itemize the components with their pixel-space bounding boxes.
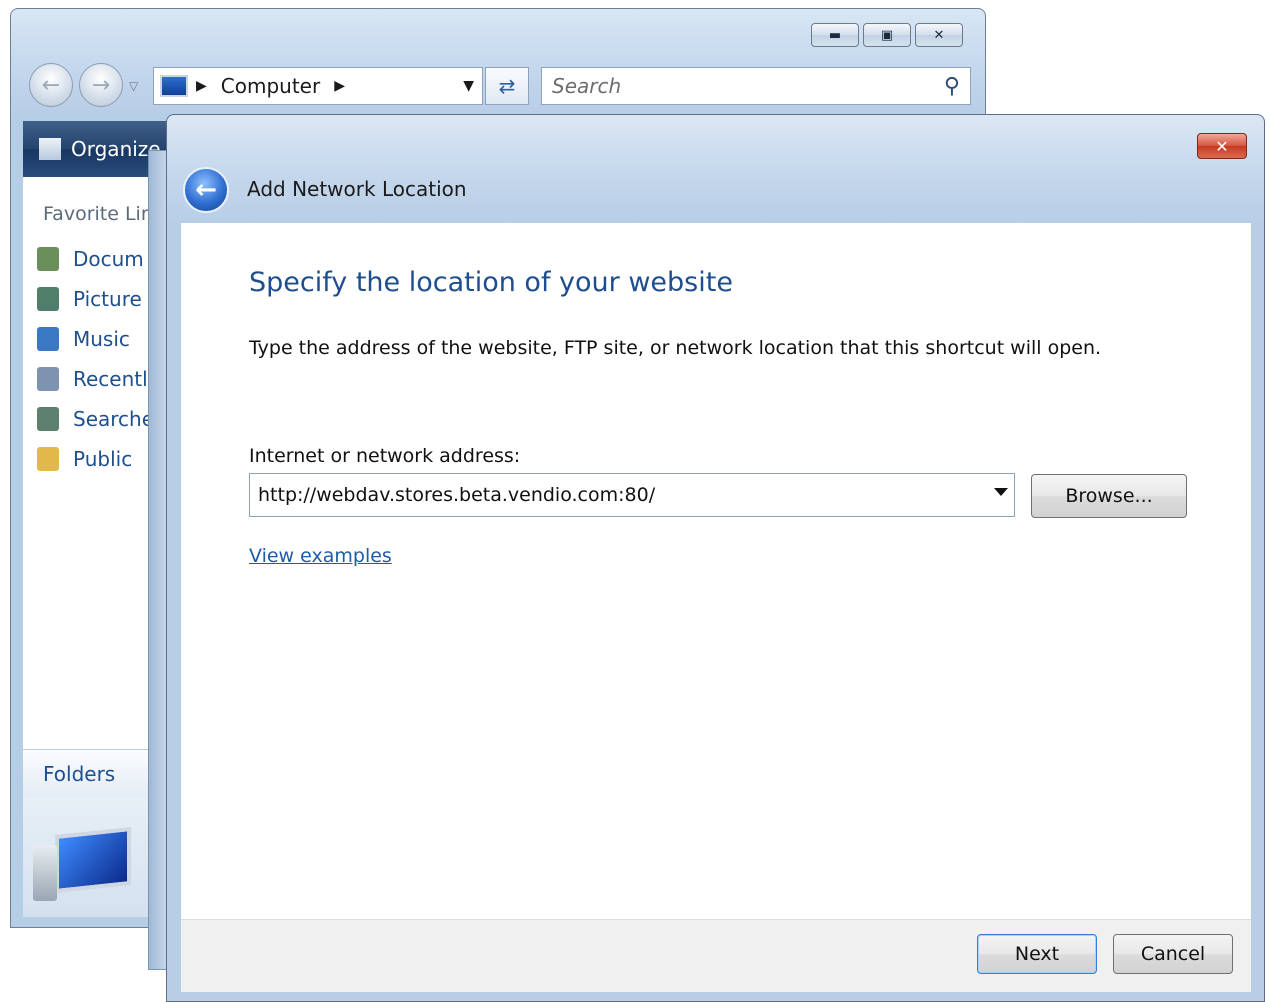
favorite-item-searches[interactable]: Searche (37, 399, 154, 439)
favorite-item-label: Searche (73, 407, 155, 431)
documents-icon (37, 247, 59, 271)
page-heading: Specify the location of your website (249, 267, 733, 298)
forward-arrow-icon: → (91, 72, 111, 98)
back-arrow-icon: ← (41, 72, 61, 98)
favorite-item-label: Picture (73, 287, 142, 311)
search-input[interactable]: Search (552, 74, 621, 98)
dialog-content: Specify the location of your website Typ… (181, 223, 1251, 919)
caption-buttons: ▬ ▣ ✕ (811, 23, 963, 49)
favorite-item-label: Docum (73, 247, 144, 271)
browse-button[interactable]: Browse... (1031, 474, 1187, 518)
breadcrumb-separator-icon: ▶ (334, 78, 345, 94)
favorite-item-recent[interactable]: Recentl (37, 359, 154, 399)
breadcrumb-computer[interactable]: Computer (221, 74, 320, 98)
close-icon: ✕ (933, 27, 945, 43)
favorite-item-pictures[interactable]: Picture (37, 279, 154, 319)
favorite-item-label: Music (73, 327, 130, 351)
add-network-location-dialog: ✕ ← Add Network Location Specify the loc… (166, 114, 1265, 1002)
next-button[interactable]: Next (977, 934, 1097, 974)
wizard-back-button[interactable]: ← (183, 167, 229, 213)
breadcrumb-separator-icon: ▶ (196, 78, 207, 94)
computer-icon (160, 75, 188, 97)
minimize-icon: ▬ (828, 27, 842, 43)
back-arrow-icon: ← (195, 175, 217, 205)
favorite-item-documents[interactable]: Docum (37, 239, 154, 279)
background-dialog-edge (148, 150, 168, 970)
instruction-text: Type the address of the website, FTP sit… (249, 337, 1102, 359)
minimize-button[interactable]: ▬ (811, 23, 859, 47)
pictures-icon (37, 287, 59, 311)
address-field-label: Internet or network address: (249, 445, 521, 467)
search-icon[interactable]: ⚲ (944, 74, 960, 99)
computer-large-icon (55, 827, 131, 893)
favorite-item-label: Recentl (73, 367, 148, 391)
computer-tower-icon (33, 845, 57, 901)
address-bar[interactable]: ▶ Computer ▶ ▼ (153, 67, 483, 105)
view-examples-link[interactable]: View examples (249, 545, 392, 567)
dialog-title: Add Network Location (247, 177, 467, 201)
address-input[interactable] (250, 474, 980, 516)
close-icon: ✕ (1215, 136, 1229, 156)
dialog-footer: Next Cancel (181, 919, 1251, 992)
recent-pages-dropdown[interactable]: ▽ (129, 79, 138, 93)
dialog-close-button[interactable]: ✕ (1197, 133, 1247, 159)
close-button[interactable]: ✕ (915, 23, 963, 47)
refresh-button[interactable]: ⇄ (485, 67, 529, 105)
maximize-icon: ▣ (880, 27, 894, 43)
address-dropdown-icon[interactable]: ▼ (463, 78, 474, 94)
forward-button[interactable]: → (79, 63, 123, 107)
back-button[interactable]: ← (29, 63, 73, 107)
folder-icon (37, 447, 59, 471)
favorite-links-header: Favorite Lir (43, 203, 149, 225)
chevron-down-icon[interactable] (994, 488, 1008, 496)
refresh-icon: ⇄ (498, 74, 516, 98)
favorite-item-label: Public (73, 447, 133, 471)
organize-icon (39, 138, 61, 160)
favorite-links-list: Docum Picture Music Recentl Searche Publ… (37, 239, 154, 479)
favorite-item-music[interactable]: Music (37, 319, 154, 359)
chevron-down-icon: ▽ (129, 79, 139, 93)
music-icon (37, 327, 59, 351)
maximize-button[interactable]: ▣ (863, 23, 911, 47)
searches-icon (37, 407, 59, 431)
recent-items-icon (37, 367, 59, 391)
search-box[interactable]: Search ⚲ (541, 67, 971, 105)
favorite-item-public[interactable]: Public (37, 439, 154, 479)
address-combobox[interactable] (249, 473, 1015, 517)
cancel-button[interactable]: Cancel (1113, 934, 1233, 974)
